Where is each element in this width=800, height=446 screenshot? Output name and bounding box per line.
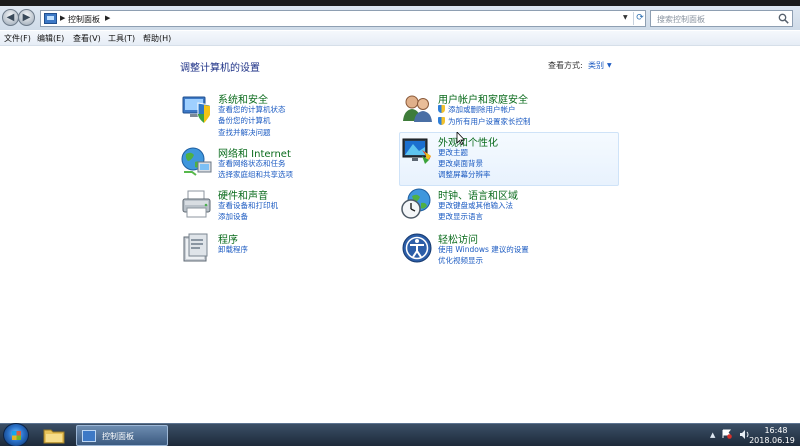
breadcrumb-control-panel[interactable]: 控制面板 [68, 14, 100, 25]
page-title: 调整计算机的设置 [180, 63, 260, 74]
search-input[interactable]: 搜索控制面板 [650, 10, 793, 27]
address-toolbar: ◀ ▶ ▶ 控制面板 ▶ ▼ ⟳ 搜索控制面板 [0, 0, 800, 30]
users-icon[interactable] [400, 91, 434, 125]
link-add-remove-accounts[interactable]: 添加或删除用户帐户 [438, 104, 516, 115]
taskbar-control-panel[interactable]: 控制面板 [76, 425, 168, 446]
view-by-label: 查看方式: [548, 61, 583, 70]
link-change-background[interactable]: 更改桌面背景 [438, 158, 483, 169]
clock-date[interactable]: 2018.06.19 [746, 436, 798, 445]
menu-file[interactable]: 文件(F) [4, 33, 31, 44]
chevron-down-icon[interactable]: ▼ [607, 62, 612, 69]
search-placeholder: 搜索控制面板 [657, 15, 705, 24]
link-add-device[interactable]: 添加设备 [218, 211, 248, 222]
view-by-dropdown[interactable]: 类别 [588, 60, 604, 71]
ease-of-access-icon[interactable] [400, 231, 434, 265]
tray-expand-icon[interactable]: ▲ [710, 431, 715, 439]
link-change-theme[interactable]: 更改主题 [438, 147, 468, 158]
address-dropdown-icon[interactable]: ▼ [623, 14, 628, 21]
link-check-status[interactable]: 查看您的计算机状态 [218, 104, 286, 115]
start-button[interactable] [3, 423, 29, 446]
control-panel-icon [82, 430, 96, 442]
link-recommended-settings[interactable]: 使用 Windows 建议的设置 [438, 244, 529, 255]
control-panel-icon [44, 13, 57, 24]
display-palette-icon[interactable] [400, 134, 434, 168]
link-parental-controls[interactable]: 为所有用户设置家长控制 [438, 116, 531, 127]
taskbar: 控制面板 ▲ 16:48 2018.06.19 [0, 423, 800, 446]
back-arrow-icon: ◀ [6, 12, 15, 23]
link-devices-printers[interactable]: 查看设备和打印机 [218, 200, 278, 211]
programs-icon[interactable] [180, 231, 214, 265]
link-troubleshoot[interactable]: 查找并解决问题 [218, 127, 271, 138]
refresh-button[interactable]: ⟳ [633, 12, 646, 25]
clock-time[interactable]: 16:48 [756, 426, 796, 435]
refresh-icon: ⟳ [636, 13, 644, 23]
network-globe-icon[interactable] [180, 145, 214, 179]
folder-icon[interactable] [41, 425, 67, 446]
breadcrumb-chevron-icon[interactable]: ▶ [105, 14, 110, 22]
control-panel-content: 调整计算机的设置 查看方式: 类别 ▼ 系统和安全 查看您的计算机状态 备份您的… [0, 46, 800, 423]
search-icon[interactable] [778, 13, 789, 24]
action-center-flag-icon[interactable] [722, 429, 732, 439]
link-change-keyboard[interactable]: 更改键盘或其他输入法 [438, 200, 513, 211]
link-optimize-display[interactable]: 优化视频显示 [438, 255, 483, 266]
menu-edit[interactable]: 编辑(E) [37, 33, 64, 44]
printer-icon[interactable] [180, 187, 214, 221]
link-backup[interactable]: 备份您的计算机 [218, 115, 271, 126]
clock-globe-icon[interactable] [400, 187, 434, 221]
forward-button[interactable]: ▶ [18, 9, 35, 26]
link-network-status[interactable]: 查看网络状态和任务 [218, 158, 286, 169]
taskbar-label: 控制面板 [102, 432, 134, 441]
mouse-cursor-icon [456, 132, 465, 145]
menu-view[interactable]: 查看(V) [73, 33, 101, 44]
back-button[interactable]: ◀ [2, 9, 19, 26]
address-bar[interactable]: ▶ 控制面板 ▶ ▼ ⟳ [40, 10, 646, 27]
forward-arrow-icon: ▶ [22, 12, 31, 23]
menu-help[interactable]: 帮助(H) [143, 33, 171, 44]
link-screen-resolution[interactable]: 调整屏幕分辨率 [438, 169, 491, 180]
menu-bar: 文件(F) 编辑(E) 查看(V) 工具(T) 帮助(H) [0, 31, 800, 46]
menu-tools[interactable]: 工具(T) [108, 33, 135, 44]
link-uninstall[interactable]: 卸载程序 [218, 244, 248, 255]
link-display-language[interactable]: 更改显示语言 [438, 211, 483, 222]
link-homegroup[interactable]: 选择家庭组和共享选项 [218, 169, 293, 180]
shield-pc-icon[interactable] [180, 91, 214, 125]
breadcrumb-chevron-icon[interactable]: ▶ [60, 14, 65, 22]
